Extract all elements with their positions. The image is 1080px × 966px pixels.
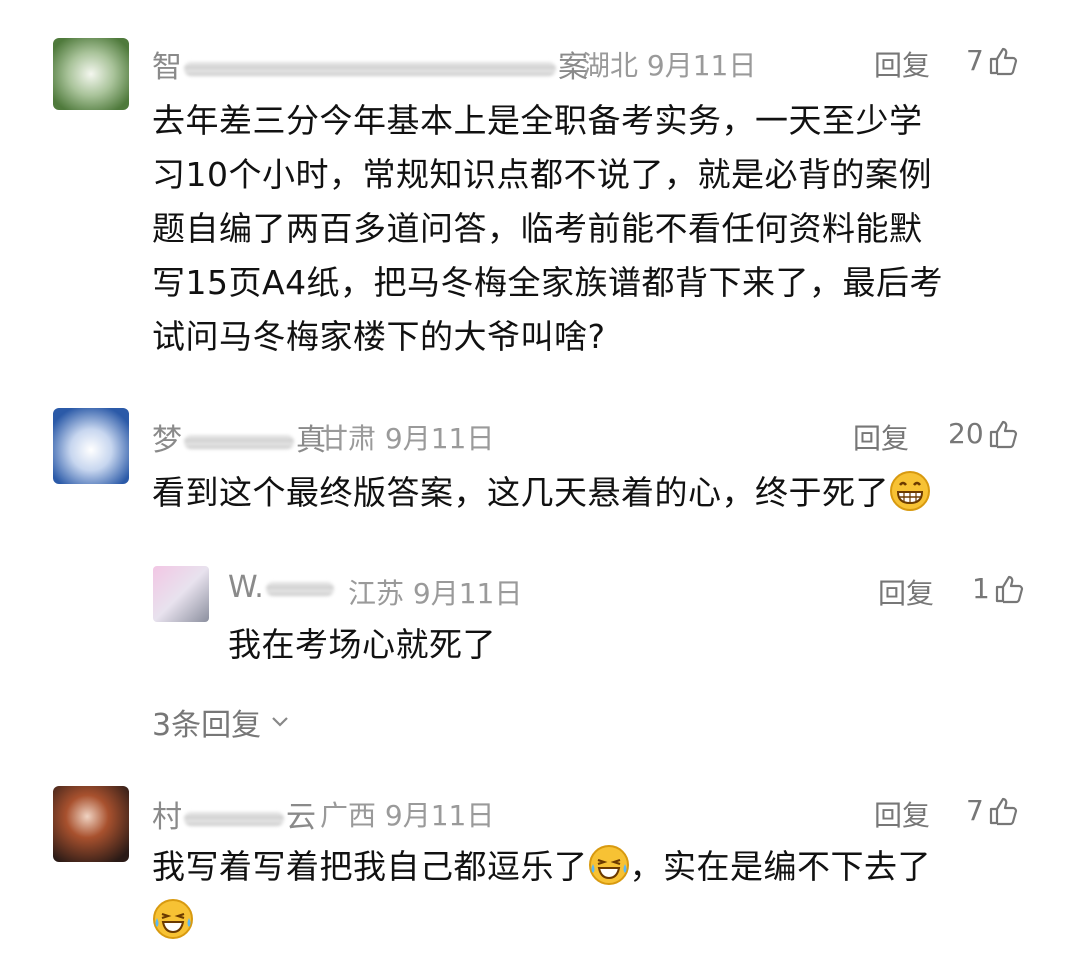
reply-text: 我在考场心就死了 <box>228 618 496 672</box>
location: 江苏 <box>348 577 405 610</box>
username-start: 梦 <box>152 423 182 458</box>
more-replies-label: 3条回复 <box>152 708 262 743</box>
text-line: 我在考场心就死了 <box>228 625 496 664</box>
text-part: 我写着写着把我自己都逗乐了 <box>152 847 588 886</box>
thumbs-up-icon <box>994 574 1024 604</box>
crying-laughing-emoji <box>152 898 194 940</box>
username-start: 村 <box>152 800 182 835</box>
like-count: 20 <box>948 417 984 450</box>
avatar[interactable] <box>53 38 129 110</box>
username-start: W. <box>228 570 264 605</box>
text-line <box>152 894 1052 948</box>
text-line: 写15页A4纸，把马冬梅全家族谱都背下来了，最后考 <box>152 263 944 302</box>
username[interactable]: 梦真 <box>152 415 326 459</box>
username-redacted <box>184 61 556 76</box>
like-button[interactable]: 20 <box>948 417 1018 450</box>
like-count: 7 <box>966 44 984 77</box>
reply-avatar[interactable] <box>153 566 209 622</box>
reply-username[interactable]: W. <box>228 570 336 605</box>
grinning-face-emoji <box>889 470 931 512</box>
location: 甘肃 <box>320 422 377 455</box>
text-part: ，实在是编不下去了 <box>629 847 931 886</box>
location: 湖北 <box>582 49 639 82</box>
more-replies-button[interactable]: 3条回复 <box>152 700 289 744</box>
comment-text: 去年差三分今年基本上是全职备考实务，一天至少学 习10个小时，常规知识点都不说了… <box>152 94 1052 364</box>
tears-of-joy-emoji <box>588 844 630 886</box>
username-start: 智 <box>152 50 182 85</box>
date: 9月11日 <box>384 422 495 455</box>
thumbs-up-icon <box>988 46 1018 76</box>
comment-meta: 湖北 9月11日 <box>582 44 756 84</box>
location: 广西 <box>320 799 377 832</box>
date: 9月11日 <box>646 49 757 82</box>
date: 9月11日 <box>384 799 495 832</box>
reply-button[interactable]: 回复 <box>874 44 930 84</box>
reply-meta: 江苏 9月11日 <box>348 572 522 612</box>
text-line: 去年差三分今年基本上是全职备考实务，一天至少学 <box>152 101 923 140</box>
username-redacted <box>184 811 284 826</box>
like-button[interactable]: 7 <box>966 794 1018 827</box>
username-redacted <box>265 581 334 596</box>
reply-button[interactable]: 回复 <box>878 572 934 612</box>
reply-button[interactable]: 回复 <box>874 794 930 834</box>
date: 9月11日 <box>412 577 523 610</box>
username-end: 云 <box>286 800 316 835</box>
chevron-down-icon <box>272 717 288 727</box>
text-line: 看到这个最终版答案，这几天悬着的心，终于死了 <box>152 473 889 512</box>
username-redacted <box>184 434 294 449</box>
comment-meta: 甘肃 9月11日 <box>320 417 494 457</box>
thumbs-up-icon <box>988 796 1018 826</box>
thumbs-up-icon <box>988 419 1018 449</box>
like-button[interactable]: 7 <box>966 44 1018 77</box>
reply-button[interactable]: 回复 <box>853 417 909 457</box>
text-line: 试问马冬梅家楼下的大爷叫啥? <box>152 317 606 356</box>
comment-text: 看到这个最终版答案，这几天悬着的心，终于死了 <box>152 466 1052 520</box>
text-line: 题自编了两百多道问答，临考前能不看任何资料能默 <box>152 209 923 248</box>
avatar[interactable] <box>53 786 129 862</box>
like-count: 7 <box>966 794 984 827</box>
username[interactable]: 村云 <box>152 792 316 836</box>
comment-text: 我写着写着把我自己都逗乐了 ，实在是编不下去了 <box>152 840 1052 948</box>
username[interactable]: 智案 <box>152 42 588 86</box>
like-button[interactable]: 1 <box>972 572 1024 605</box>
text-line: 我写着写着把我自己都逗乐了 ，实在是编不下去了 <box>152 840 1052 894</box>
text-line: 习10个小时，常规知识点都不说了，就是必背的案例 <box>152 155 932 194</box>
comment-meta: 广西 9月11日 <box>320 794 494 834</box>
like-count: 1 <box>972 572 990 605</box>
avatar[interactable] <box>53 408 129 484</box>
